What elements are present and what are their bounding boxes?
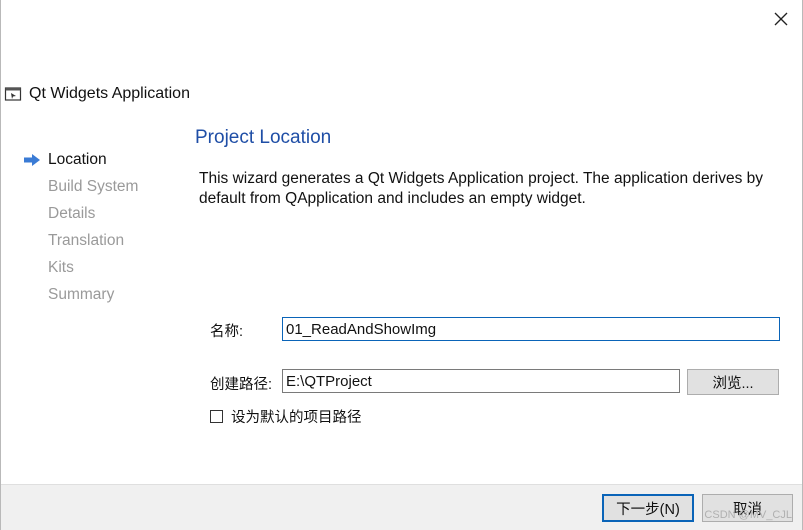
wizard-window: Qt Widgets Application Location Build Sy… [0, 0, 803, 530]
step-label: Details [48, 204, 96, 222]
default-path-checkbox[interactable] [210, 410, 223, 423]
window-title: Qt Widgets Application [29, 85, 190, 102]
project-name-input[interactable] [282, 317, 780, 341]
page-description: This wizard generates a Qt Widgets Appli… [199, 170, 764, 207]
close-icon[interactable] [772, 10, 790, 28]
next-button[interactable]: 下一步(N) [602, 494, 694, 522]
watermark: CSDN @MV_CJL [704, 509, 792, 521]
qt-app-icon [4, 87, 22, 101]
step-label: Summary [48, 285, 115, 303]
path-label: 创建路径: [210, 377, 273, 393]
step-details: Details [23, 200, 138, 227]
step-kits: Kits [23, 254, 138, 281]
step-label: Kits [48, 258, 74, 276]
step-summary: Summary [23, 281, 138, 308]
default-path-option[interactable]: 设为默认的项目路径 [210, 406, 362, 427]
browse-button[interactable]: 浏览... [687, 369, 779, 395]
step-build-system: Build System [23, 173, 138, 200]
step-label: Location [48, 150, 107, 168]
default-path-label: 设为默认的项目路径 [231, 410, 362, 426]
step-label: Build System [48, 177, 139, 195]
title-bar: Qt Widgets Application [4, 83, 190, 105]
step-location: Location [23, 146, 138, 173]
step-label: Translation [48, 231, 125, 249]
project-path-input[interactable] [282, 369, 680, 393]
step-translation: Translation [23, 227, 138, 254]
current-step-arrow-icon [24, 153, 40, 166]
page-title: Project Location [195, 127, 332, 148]
wizard-steps: Location Build System Details Translatio… [23, 146, 138, 308]
name-label: 名称: [210, 324, 244, 340]
